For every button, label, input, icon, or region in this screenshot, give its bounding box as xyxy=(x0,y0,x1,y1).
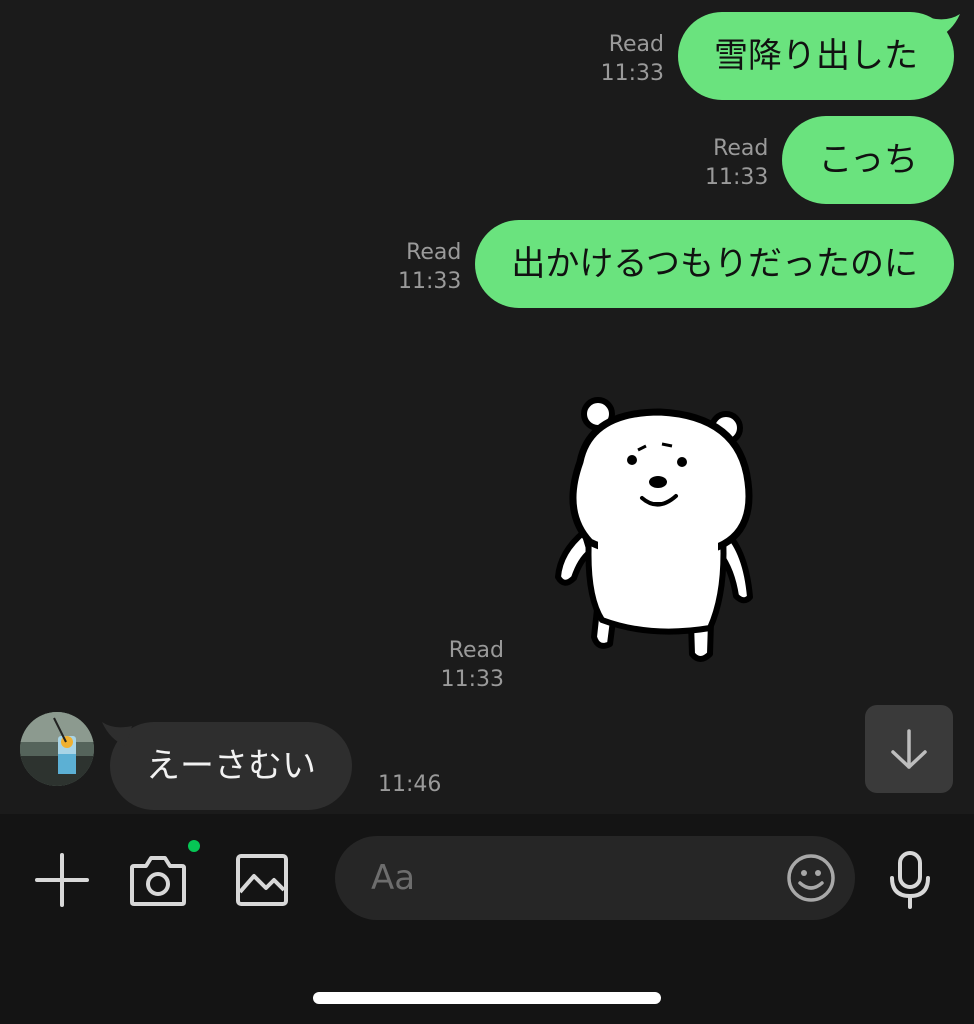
message-text: 出かけるつもりだったのに xyxy=(511,244,918,284)
message-time: 11:33 xyxy=(397,269,462,294)
plus-icon xyxy=(35,853,89,907)
chat-screen: Read 11:33 雪降り出した Read 11:33 こっち Read 11… xyxy=(0,0,974,1024)
message-time: 11:33 xyxy=(704,165,769,190)
notification-dot xyxy=(188,840,200,852)
message-input[interactable] xyxy=(371,836,771,920)
message-text: 雪降り出した xyxy=(714,36,918,76)
outgoing-message-row: Read 11:33 こっち xyxy=(705,116,954,204)
image-button[interactable] xyxy=(230,848,294,912)
read-receipt: Read xyxy=(448,638,504,663)
message-time: 11:46 xyxy=(378,772,442,797)
message-meta: Read 11:33 xyxy=(398,238,461,296)
emoji-icon xyxy=(787,854,835,902)
incoming-message-bubble[interactable]: えーさむい xyxy=(102,722,352,810)
home-indicator[interactable] xyxy=(313,992,661,1004)
camera-icon xyxy=(130,856,186,906)
message-list[interactable]: Read 11:33 雪降り出した Read 11:33 こっち Read 11… xyxy=(0,0,974,814)
image-icon xyxy=(236,854,288,906)
outgoing-message-bubble[interactable]: こっち xyxy=(782,116,954,204)
outgoing-message-row: Read 11:33 雪降り出した xyxy=(601,12,960,100)
message-meta: Read 11:33 xyxy=(705,134,768,192)
read-receipt: Read xyxy=(608,32,664,57)
outgoing-message-bubble[interactable]: 雪降り出した xyxy=(678,12,960,100)
message-text-field[interactable] xyxy=(335,836,855,920)
bubble-tail xyxy=(102,722,132,746)
microphone-icon xyxy=(890,851,930,909)
message-time: 11:33 xyxy=(600,61,664,86)
emoji-button[interactable] xyxy=(785,852,837,904)
contact-avatar[interactable] xyxy=(20,712,94,786)
avatar-image xyxy=(20,712,94,786)
microphone-button[interactable] xyxy=(880,848,940,912)
message-text: こっち xyxy=(818,140,918,180)
message-meta: Read 11:33 xyxy=(601,30,664,88)
scroll-to-bottom-button[interactable] xyxy=(865,705,953,793)
message-time: 11:33 xyxy=(440,667,504,692)
message-meta: Read 11:33 xyxy=(440,636,504,694)
camera-button[interactable] xyxy=(126,840,200,912)
arrow-down-icon xyxy=(891,729,927,769)
read-receipt: Read xyxy=(713,136,769,161)
bubble-tail xyxy=(930,14,960,38)
plus-button[interactable] xyxy=(30,848,94,912)
bear-sticker-icon[interactable] xyxy=(550,392,760,672)
message-text: えーさむい xyxy=(146,746,316,786)
outgoing-message-row: Read 11:33 出かけるつもりだったのに xyxy=(398,220,954,308)
outgoing-message-bubble[interactable]: 出かけるつもりだったのに xyxy=(475,220,954,308)
message-input-bar xyxy=(0,814,974,1024)
outgoing-sticker-row: Read 11:33 xyxy=(440,392,770,692)
read-receipt: Read xyxy=(406,240,462,265)
